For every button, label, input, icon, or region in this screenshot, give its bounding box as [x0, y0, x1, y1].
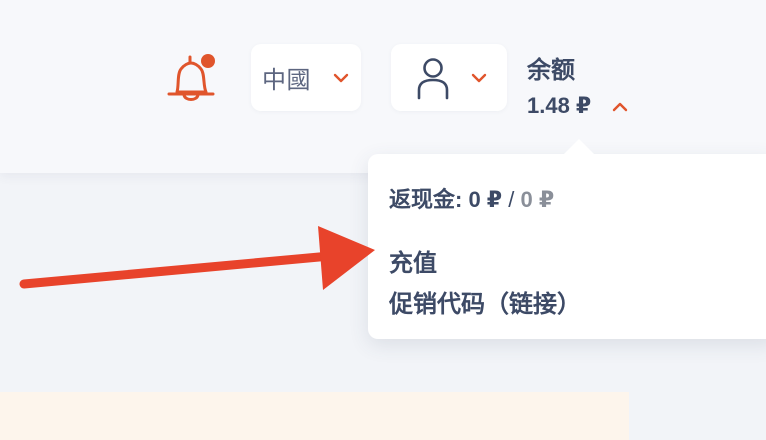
- top-up-link[interactable]: 充值: [389, 243, 437, 278]
- notification-badge: [201, 54, 215, 68]
- top-header: [0, 0, 766, 173]
- cashback-row: 返现金: 0 ₽ / 0 ₽: [389, 182, 554, 214]
- promo-card: [0, 392, 629, 440]
- language-selected-label: 中國: [262, 67, 311, 94]
- cashback-pending: 0 ₽: [520, 187, 555, 212]
- language-select[interactable]: 中國: [251, 44, 361, 111]
- chevron-down-icon: [471, 73, 487, 83]
- cashback-value: 0 ₽: [468, 187, 503, 212]
- balance-toggle[interactable]: 1.48 ₽: [527, 93, 591, 119]
- balance-title: 余额: [527, 57, 575, 84]
- chevron-down-icon: [333, 73, 349, 83]
- cashback-separator: /: [508, 187, 515, 212]
- chevron-up-icon[interactable]: [612, 102, 628, 112]
- user-icon: [417, 58, 449, 100]
- user-menu-button[interactable]: [391, 44, 507, 111]
- dropdown-caret: [563, 139, 595, 155]
- promo-code-link[interactable]: 促销代码（链接）: [389, 284, 581, 319]
- balance-amount: 1.48 ₽: [527, 93, 592, 118]
- cashback-label: 返现金:: [389, 187, 463, 212]
